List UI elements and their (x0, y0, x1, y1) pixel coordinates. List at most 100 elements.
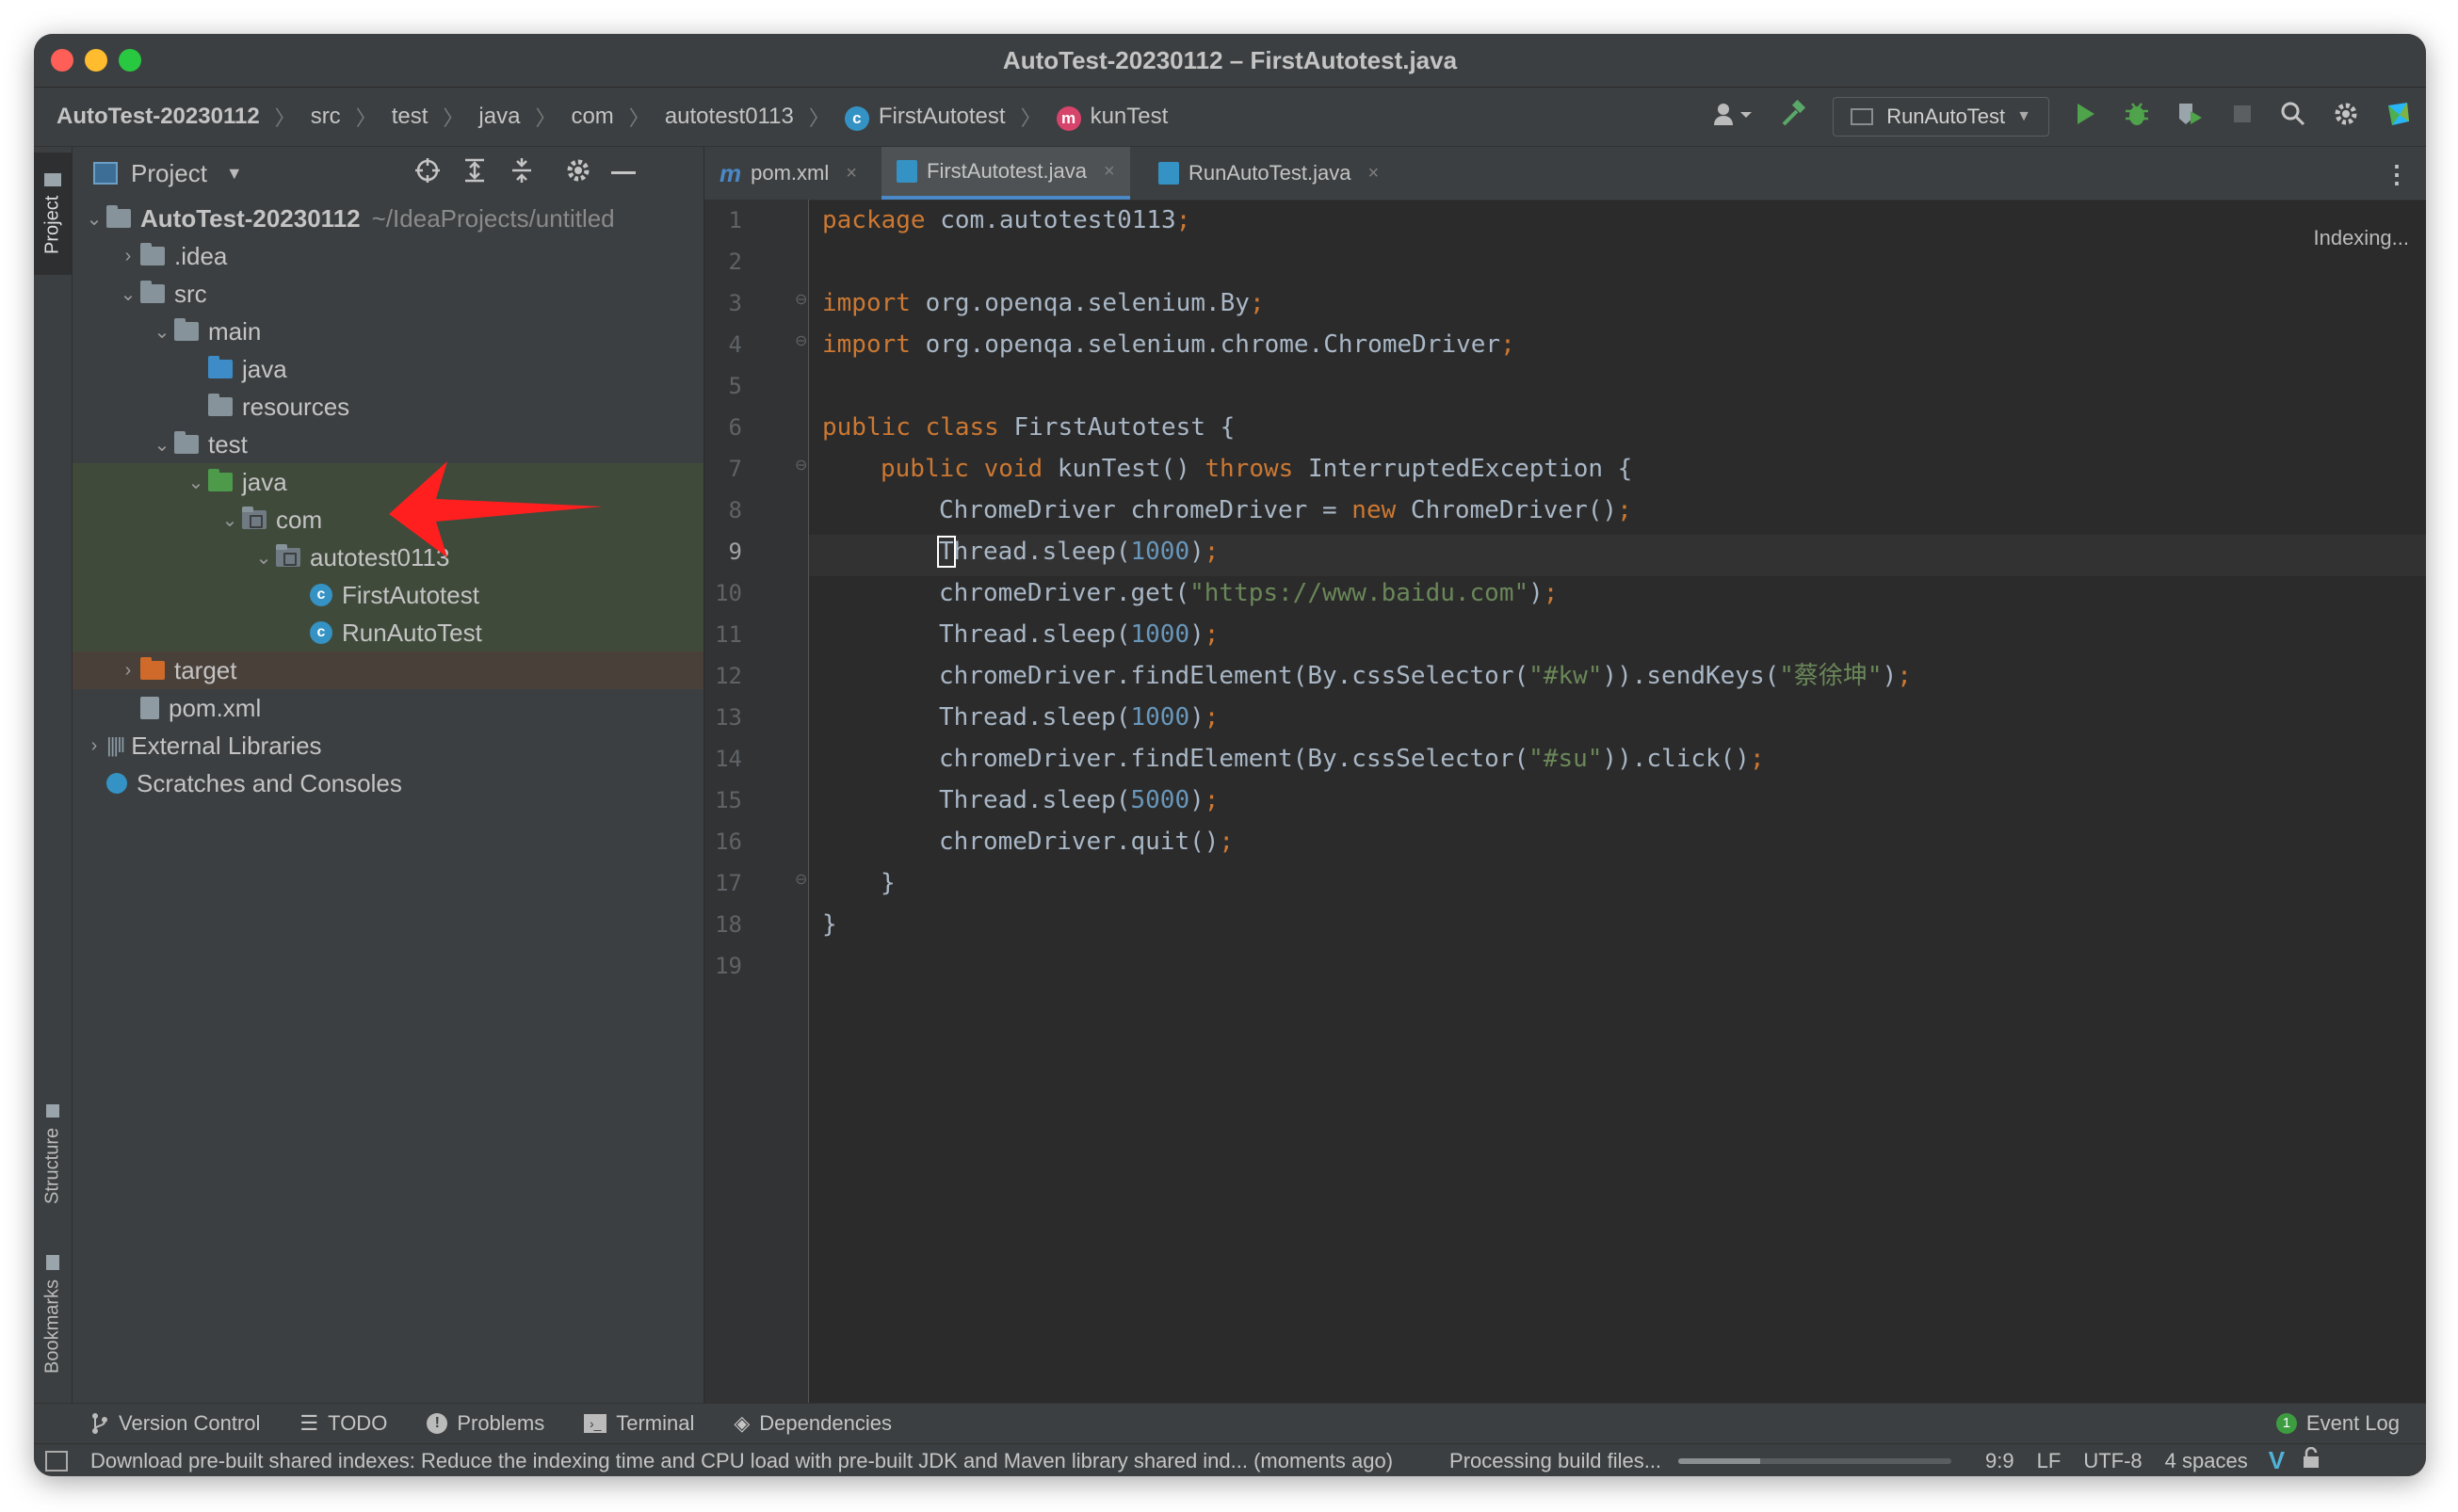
lock-icon[interactable] (2302, 1446, 2321, 1475)
caret-position[interactable]: 9:9 (1985, 1449, 2014, 1473)
tree-item-firstautotest[interactable]: c FirstAutotest (73, 576, 703, 614)
run-icon[interactable] (2074, 101, 2098, 134)
tree-item-main[interactable]: ⌄ main (73, 313, 703, 350)
hide-panel-icon[interactable] (611, 171, 636, 174)
user-icon[interactable] (1712, 101, 1755, 134)
project-tool-tab[interactable]: Project (34, 153, 72, 275)
chevron-down-icon[interactable]: ⌄ (150, 433, 174, 457)
panel-toggle-icon[interactable] (45, 1450, 68, 1472)
file-encoding[interactable]: UTF-8 (2083, 1449, 2142, 1473)
chevron-down-icon[interactable]: ⌄ (251, 546, 276, 570)
left-tool-strip: Project Structure Bookmarks (34, 147, 73, 1403)
folder-icon (140, 243, 165, 265)
close-icon[interactable]: × (846, 163, 857, 185)
tree-item-pom[interactable]: pom.xml (73, 689, 703, 727)
debug-icon[interactable] (2123, 100, 2151, 135)
breadcrumb-method-label: kunTest (1090, 103, 1169, 129)
folder-icon (44, 172, 61, 186)
folder-icon (174, 431, 199, 454)
run-config-selector[interactable]: RunAutoTest ▼ (1833, 97, 2049, 137)
chevron-right-icon[interactable]: › (116, 660, 140, 682)
layers-icon: ◈ (734, 1411, 751, 1435)
locate-icon[interactable] (413, 156, 442, 191)
tree-item-resources[interactable]: resources (73, 388, 703, 426)
breadcrumb-class[interactable]: c FirstAutotest (844, 103, 1006, 131)
close-icon[interactable]: × (1104, 161, 1115, 183)
indent-setting[interactable]: 4 spaces (2165, 1449, 2248, 1473)
status-message[interactable]: Download pre-built shared indexes: Reduc… (90, 1449, 1393, 1473)
breadcrumb-test[interactable]: test (392, 104, 429, 130)
code-line-4: import org.openqa.selenium.chrome.Chrome… (822, 330, 1515, 359)
version-control-tool-button[interactable]: Version Control (90, 1411, 260, 1436)
breadcrumb-class-label: FirstAutotest (878, 103, 1006, 129)
hammer-icon[interactable] (1780, 99, 1808, 135)
breadcrumb-src[interactable]: src (311, 104, 341, 130)
project-view-title[interactable]: Project (131, 159, 207, 188)
tree-item-external-libraries[interactable]: › |||‖ External Libraries (73, 727, 703, 764)
line-number-gutter: 1 2 3 4 5 6 7 8 9 10 11 12 13 14 15 16 1… (704, 200, 809, 1403)
chevron-right-icon[interactable]: › (82, 735, 106, 757)
fold-icon[interactable]: ⊖ (795, 290, 807, 309)
fold-icon[interactable]: ⊖ (795, 331, 807, 350)
title-bar: AutoTest-20230112 – FirstAutotest.java (34, 34, 2426, 88)
tree-item-root[interactable]: ⌄ AutoTest-20230112 ~/IdeaProjects/untit… (73, 200, 703, 237)
breadcrumb-method[interactable]: m kunTest (1056, 103, 1169, 131)
fold-icon[interactable]: ⊖ (795, 870, 807, 889)
gear-icon[interactable] (2332, 100, 2360, 135)
folder-icon (140, 281, 165, 303)
code-line-8: ChromeDriver chromeDriver = new ChromeDr… (939, 496, 1632, 524)
close-icon[interactable]: × (1367, 163, 1379, 185)
class-icon: c (310, 621, 332, 644)
toolbox-icon[interactable] (2385, 100, 2413, 135)
coverage-icon[interactable] (2175, 100, 2206, 135)
chevron-down-icon[interactable]: ⌄ (150, 320, 174, 344)
dependencies-tool-button[interactable]: ◈ Dependencies (734, 1411, 892, 1436)
breadcrumb-package[interactable]: autotest0113 (665, 104, 794, 130)
search-icon[interactable] (2279, 100, 2307, 135)
todo-tool-button[interactable]: ☰ TODO (299, 1411, 387, 1436)
tree-item-main-java[interactable]: java (73, 350, 703, 388)
vim-icon[interactable]: V (2269, 1446, 2285, 1475)
chevron-down-icon[interactable]: ⌄ (116, 282, 140, 306)
list-icon: ☰ (299, 1411, 319, 1435)
module-folder-icon (106, 205, 131, 228)
chevron-down-icon[interactable]: ⌄ (218, 508, 242, 532)
tree-item-scratches[interactable]: Scratches and Consoles (73, 764, 703, 802)
tree-item-target[interactable]: › target (73, 651, 703, 689)
code-area[interactable]: package com.autotest0113; import org.ope… (809, 200, 2426, 1403)
line-separator[interactable]: LF (2037, 1449, 2062, 1473)
event-log-tool-button[interactable]: 1 Event Log (2275, 1411, 2400, 1436)
tree-item-label: pom.xml (169, 693, 262, 722)
structure-tool-tab[interactable]: Structure (34, 1088, 72, 1220)
tree-root-label: AutoTest-20230112 (140, 203, 361, 233)
tab-firstautotest[interactable]: FirstAutotest.java × (881, 147, 1130, 200)
problems-tool-button[interactable]: ! Problems (427, 1411, 544, 1436)
indexing-status: Indexing... (2313, 226, 2409, 249)
chevron-down-icon[interactable]: ⌄ (82, 207, 106, 231)
breadcrumb-java[interactable]: java (478, 104, 520, 130)
code-line-12: chromeDriver.findElement(By.cssSelector(… (939, 662, 1912, 690)
breadcrumb-project[interactable]: AutoTest-20230112 (57, 104, 260, 130)
tree-item-src[interactable]: ⌄ src (73, 275, 703, 313)
breadcrumb-com[interactable]: com (571, 104, 613, 130)
tab-runautotest[interactable]: RunAutoTest.java × (1143, 147, 1394, 200)
tree-item-idea[interactable]: › .idea (73, 237, 703, 275)
collapse-all-icon[interactable] (508, 156, 536, 191)
terminal-tool-button[interactable]: ›_ Terminal (584, 1411, 694, 1436)
tree-item-label: com (276, 505, 323, 534)
stop-icon[interactable] (2230, 102, 2255, 133)
tree-item-label: test (208, 429, 248, 458)
tree-item-label: RunAutoTest (342, 618, 482, 647)
code-line-17: } (881, 869, 896, 897)
gear-icon[interactable] (564, 156, 592, 191)
expand-all-icon[interactable] (461, 156, 489, 191)
chevron-right-icon[interactable]: › (116, 246, 140, 267)
chevron-down-icon[interactable]: ▼ (226, 164, 243, 184)
chevron-down-icon[interactable]: ⌄ (184, 471, 208, 494)
tab-pom[interactable]: m pom.xml × (704, 147, 872, 200)
project-panel: Project ▼ ⌄ AutoTest-20230112 ~/IdeaProj… (73, 147, 703, 1403)
more-options-icon[interactable]: ⋮ (2385, 160, 2409, 189)
tree-item-runautotest[interactable]: c RunAutoTest (73, 614, 703, 651)
fold-icon[interactable]: ⊖ (795, 456, 807, 475)
bookmarks-tool-tab[interactable]: Bookmarks (34, 1239, 72, 1390)
